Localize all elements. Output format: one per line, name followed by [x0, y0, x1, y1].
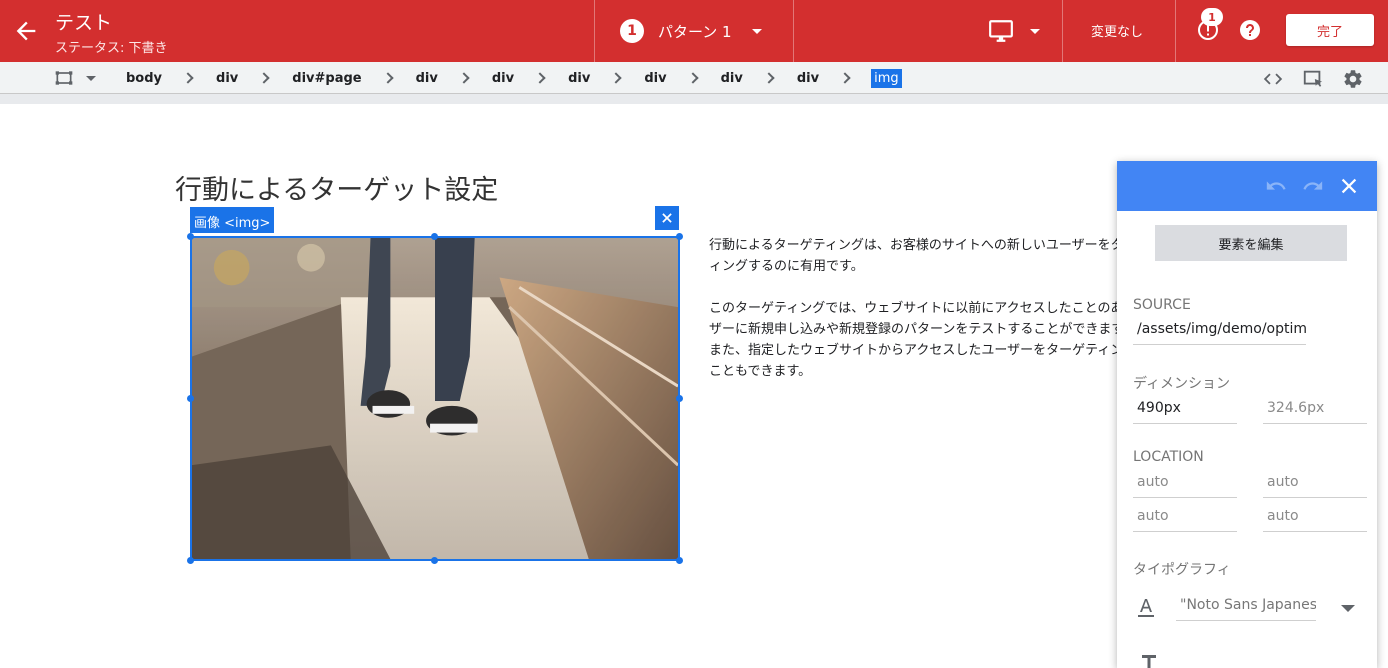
paragraph-line: このターゲティングでは、ウェブサイトに以前にアクセスしたことのあるユー — [709, 301, 1119, 316]
select-element-icon — [1303, 70, 1323, 87]
chevron-right-icon — [182, 72, 194, 84]
warning-count-badge: 1 — [1201, 8, 1223, 26]
location-top-input[interactable]: auto — [1133, 472, 1237, 498]
font-family-select[interactable]: "Noto Sans Japanese" — [1176, 595, 1316, 621]
chevron-right-icon — [610, 72, 623, 84]
breadcrumb-item[interactable]: div — [566, 69, 592, 88]
chevron-right-icon — [763, 72, 775, 84]
source-input[interactable]: /assets/img/demo/optimize-behavior.jpg — [1133, 319, 1306, 345]
body-paragraph-1[interactable]: 行動によるターゲティングは、お客様のサイトへの新しいユーザーをターゲ ィングする… — [709, 235, 1119, 277]
resize-handle-se[interactable] — [676, 557, 683, 564]
divider — [793, 0, 794, 62]
select-element-button[interactable] — [1302, 68, 1324, 90]
chevron-down-icon[interactable] — [1341, 605, 1355, 612]
resize-handle-nw[interactable] — [187, 233, 194, 240]
code-view-button[interactable] — [1262, 68, 1284, 90]
pattern-number-badge: 1 — [620, 19, 644, 43]
close-icon — [662, 213, 672, 223]
deselect-button[interactable] — [655, 206, 679, 230]
height-input[interactable]: 324.6px — [1263, 398, 1367, 424]
location-label: LOCATION — [1133, 449, 1204, 465]
location-right-input[interactable]: auto — [1263, 472, 1367, 498]
gear-icon — [1344, 70, 1362, 88]
arrow-back-icon — [16, 21, 36, 41]
redo-button[interactable] — [1302, 175, 1324, 197]
breadcrumb: body div div#page div div div div div div img — [124, 67, 902, 89]
paragraph-line: また、指定したウェブサイトからアクセスしたユーザーをターゲティングする — [709, 343, 1119, 358]
photo-platform-walking — [192, 238, 678, 559]
pattern-selector[interactable]: 1 パターン 1 — [620, 17, 762, 45]
resize-handle-s[interactable] — [431, 557, 438, 564]
help-button[interactable] — [1238, 18, 1262, 42]
desktop-icon — [989, 20, 1013, 42]
device-selector[interactable] — [988, 18, 1040, 44]
close-icon — [1341, 178, 1357, 194]
selection-box-icon — [55, 71, 73, 85]
paragraph-line: 行動によるターゲティングは、お客様のサイトへの新しいユーザーをターゲ — [709, 238, 1119, 253]
selection-tool-button[interactable] — [54, 68, 96, 88]
text-color-icon — [1137, 598, 1155, 618]
paragraph-line: ィングするのに有用です。 — [709, 259, 864, 274]
chevron-down-icon — [86, 75, 96, 81]
divider — [594, 0, 595, 62]
location-bottom-input[interactable]: auto — [1133, 506, 1237, 532]
text-size-icon — [1141, 655, 1157, 668]
element-breadcrumb-bar: body div div#page div div div div div div img — [0, 62, 1388, 94]
toolbar-shadow — [0, 94, 1388, 104]
element-editor-panel: 要素を編集 SOURCE /assets/img/demo/optimize-b… — [1117, 161, 1377, 668]
undo-icon — [1266, 181, 1286, 190]
resize-handle-ne[interactable] — [676, 233, 683, 240]
breadcrumb-item[interactable]: div — [414, 69, 440, 88]
experiment-title: テスト — [55, 12, 113, 34]
app-bar: テスト ステータス: 下書き 1 パターン 1 変更なし 1 完了 — [0, 0, 1388, 62]
width-input[interactable]: 490px — [1133, 398, 1237, 424]
breadcrumb-item[interactable]: div — [214, 69, 240, 88]
redo-icon — [1303, 181, 1323, 190]
chevron-right-icon — [381, 72, 394, 84]
panel-header — [1117, 161, 1377, 211]
back-button[interactable] — [12, 17, 40, 45]
code-icon — [1263, 73, 1283, 85]
breadcrumb-item[interactable]: div — [795, 69, 821, 88]
chevron-down-icon — [751, 28, 762, 34]
close-panel-button[interactable] — [1338, 175, 1360, 197]
source-label: SOURCE — [1133, 297, 1191, 313]
resize-handle-sw[interactable] — [187, 557, 194, 564]
divider — [1062, 0, 1063, 62]
page-heading[interactable]: 行動によるターゲット設定 — [175, 168, 498, 207]
breadcrumb-item[interactable]: img — [871, 68, 902, 88]
change-status: 変更なし — [1091, 25, 1144, 40]
breadcrumb-item[interactable]: div#page — [290, 69, 363, 88]
selected-image[interactable] — [190, 236, 680, 561]
typography-label: タイポグラフィ — [1133, 562, 1231, 578]
done-button[interactable]: 完了 — [1286, 14, 1374, 46]
paragraph-line: ザーに新規申し込みや新規登録のパターンをテストすることができます。 — [709, 322, 1119, 337]
selected-element-tag[interactable]: 画像 <img> — [190, 207, 275, 233]
paragraph-line: こともできます。 — [709, 364, 812, 379]
pattern-label: パターン 1 — [658, 22, 732, 41]
divider — [1175, 0, 1176, 62]
help-icon — [1240, 20, 1260, 40]
breadcrumb-item[interactable]: body — [124, 69, 164, 88]
experiment-status: ステータス: 下書き — [55, 41, 168, 56]
undo-button[interactable] — [1265, 175, 1287, 197]
chevron-down-icon — [1030, 28, 1040, 34]
resize-handle-w[interactable] — [187, 395, 194, 402]
settings-button[interactable] — [1342, 68, 1364, 90]
chevron-right-icon — [458, 72, 470, 84]
body-paragraph-2[interactable]: このターゲティングでは、ウェブサイトに以前にアクセスしたことのあるユー ザーに新… — [709, 298, 1119, 382]
chevron-right-icon — [258, 72, 270, 84]
chevron-right-icon — [839, 72, 851, 84]
breadcrumb-item[interactable]: div — [719, 69, 745, 88]
dimension-label: ディメンション — [1133, 376, 1231, 392]
chevron-right-icon — [686, 72, 699, 84]
resize-handle-e[interactable] — [676, 395, 683, 402]
breadcrumb-item[interactable]: div — [642, 69, 668, 88]
location-left-input[interactable]: auto — [1263, 506, 1367, 532]
breadcrumb-item[interactable]: div — [490, 69, 516, 88]
edit-element-button[interactable]: 要素を編集 — [1155, 225, 1347, 261]
chevron-right-icon — [534, 72, 546, 84]
resize-handle-n[interactable] — [431, 233, 438, 240]
